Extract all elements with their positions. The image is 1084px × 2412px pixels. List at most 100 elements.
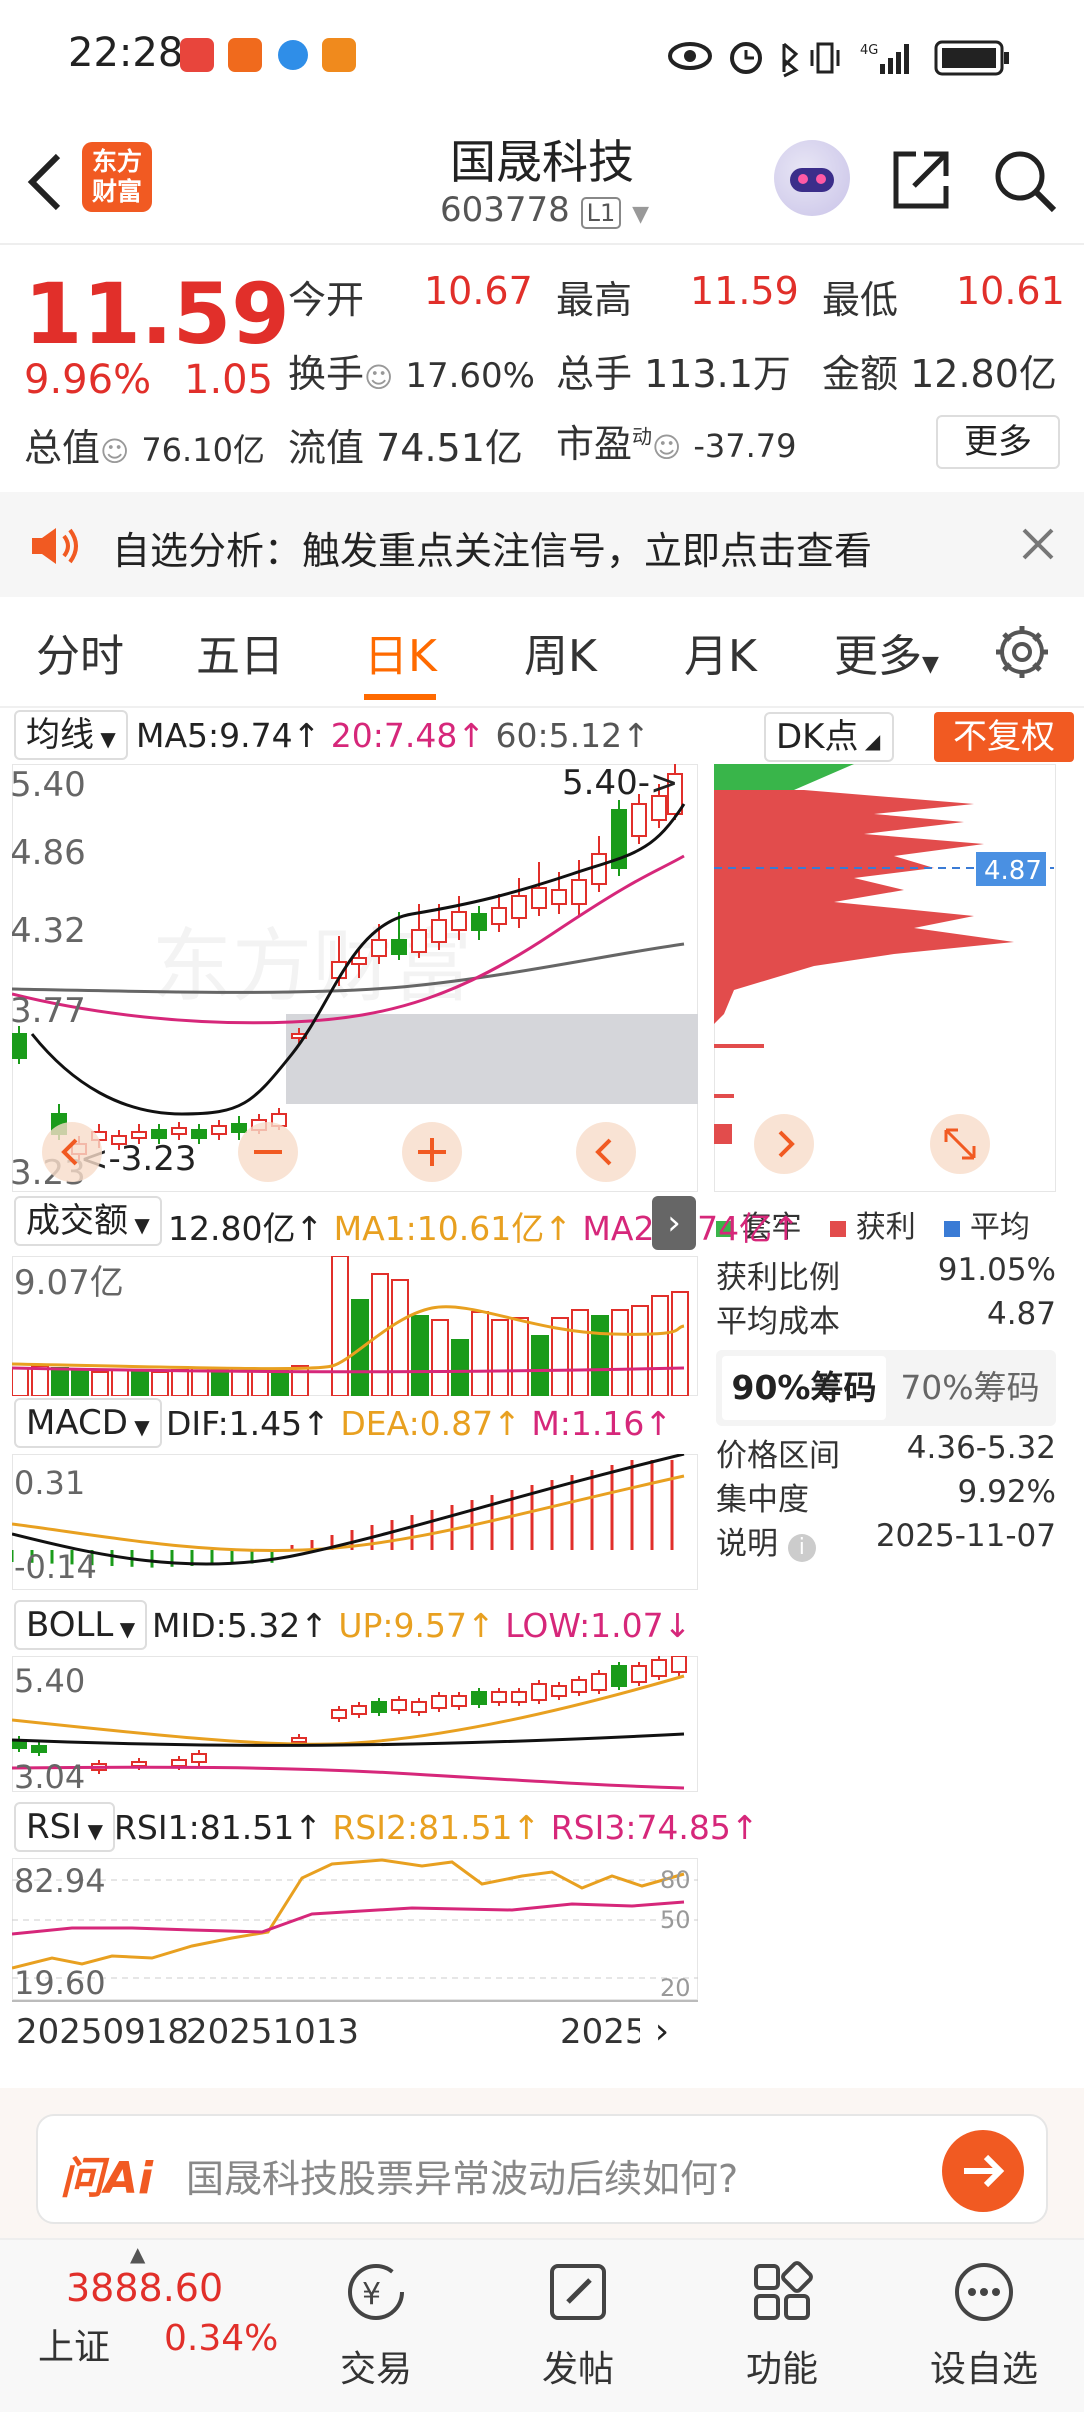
- high-label: 最高: [556, 278, 633, 322]
- post-label[interactable]: 发帖: [508, 2340, 648, 2392]
- more-button[interactable]: 更多: [936, 415, 1060, 469]
- pe-sup: 动: [632, 424, 653, 449]
- tab-monthly-k[interactable]: 月K: [684, 620, 757, 684]
- tab-more[interactable]: 更多▼: [834, 620, 939, 684]
- status-bar: 22:28 4G: [0, 0, 1084, 110]
- candle-body: [351, 1705, 367, 1715]
- boll-selector[interactable]: BOLL ▼: [14, 1600, 148, 1650]
- info-icon[interactable]: ☺: [652, 431, 681, 464]
- post-icon[interactable]: [546, 2260, 610, 2324]
- volume-selector[interactable]: 成交额 ▼: [14, 1196, 162, 1246]
- chip-stats: 获利比例 91.05% 平均成本 4.87: [716, 1252, 1056, 1340]
- turnover-label: 换手: [288, 352, 365, 396]
- settings-icon[interactable]: [992, 622, 1052, 682]
- candle-body: [171, 1127, 187, 1135]
- macd-selector-label: MACD: [26, 1403, 128, 1443]
- candle-body: [551, 889, 567, 905]
- candle-body: [291, 1737, 307, 1743]
- prev-icon: [42, 1122, 102, 1182]
- tab-daily-k[interactable]: 日K: [364, 620, 437, 684]
- candle-body: [411, 1701, 427, 1713]
- system-status-icons: 4G: [668, 40, 1009, 78]
- candle-body: [631, 1665, 647, 1683]
- trade-icon[interactable]: ¥: [344, 2260, 408, 2324]
- note-label: 说明: [716, 1526, 778, 1562]
- index-name[interactable]: 上证: [38, 2318, 110, 2370]
- volume-bar: [251, 1369, 269, 1396]
- indicator-selector[interactable]: 均线 ▼: [14, 710, 128, 760]
- volume-bar: [651, 1295, 669, 1396]
- close-icon[interactable]: [1020, 526, 1056, 562]
- candle-body: [631, 803, 647, 837]
- volume-bar: [411, 1315, 429, 1396]
- boll-chart: 5.40 3.04: [12, 1656, 698, 1792]
- search-icon[interactable]: [992, 148, 1058, 214]
- ai-input-box[interactable]: 问Ai 国晟科技股票异常波动后续如何?: [36, 2114, 1048, 2224]
- candle-body: [431, 919, 447, 943]
- level-badge[interactable]: L1: [580, 197, 622, 229]
- add-watchlist-label[interactable]: 设自选: [914, 2340, 1054, 2392]
- no-adjust-button[interactable]: 不复权: [934, 712, 1074, 762]
- chip-tab-bar: 90%筹码 70%筹码: [716, 1350, 1056, 1426]
- tab-chip-90[interactable]: 90%筹码: [722, 1356, 886, 1420]
- macd-dea: DEA:0.87↑: [340, 1404, 521, 1443]
- function-label[interactable]: 功能: [712, 2340, 852, 2392]
- candle-body: [511, 895, 527, 919]
- x-label-start: 20250918: [16, 2012, 190, 2052]
- dk-point-button[interactable]: DK点 ◢: [764, 712, 894, 762]
- index-value[interactable]: 3888.60: [66, 2266, 223, 2310]
- volume-bar: [451, 1339, 469, 1396]
- ai-logo: 问Ai: [60, 2153, 154, 2204]
- trade-label[interactable]: 交易: [306, 2340, 446, 2392]
- chip-distribution[interactable]: 4.87: [714, 764, 1056, 1192]
- candle-body: [531, 887, 547, 909]
- candle-body: [531, 1683, 547, 1701]
- volume-bar: [611, 1309, 629, 1396]
- macd-selector[interactable]: MACD ▼: [14, 1398, 162, 1448]
- svg-text:¥: ¥: [362, 2277, 381, 2312]
- tab-minute[interactable]: 分时: [36, 620, 124, 684]
- alert-banner[interactable]: 自选分析：触发重点关注信号，立即点击查看: [0, 492, 1084, 597]
- next-icon: [754, 1114, 814, 1174]
- info-icon[interactable]: i: [787, 1534, 816, 1562]
- dropdown-icon[interactable]: ▼: [632, 202, 649, 227]
- volume-bar: [51, 1367, 69, 1396]
- candle-body: [611, 1665, 627, 1687]
- ai-robot-avatar[interactable]: [774, 140, 850, 216]
- macd-dif: DIF:1.45↑: [166, 1404, 330, 1443]
- info-icon[interactable]: ☺: [364, 361, 393, 394]
- more-dots-icon[interactable]: [952, 2260, 1016, 2324]
- clock: 22:28: [68, 30, 184, 76]
- huawei-app-icon: [180, 38, 214, 72]
- candle-body: [371, 1701, 387, 1713]
- candle-body: [651, 1659, 667, 1677]
- float-value: 74.51亿: [376, 426, 523, 470]
- info-icon[interactable]: ☺: [100, 435, 129, 468]
- tab-weekly-k[interactable]: 周K: [524, 620, 597, 684]
- candle-body: [471, 913, 487, 931]
- index-pct[interactable]: 0.34%: [164, 2318, 278, 2359]
- kline-chart[interactable]: 东方财富 5.40 4.86 4.32 3.77 3.23 5.40-> <-3…: [12, 764, 698, 1192]
- volume-bar: [131, 1371, 149, 1396]
- period-tabs: 分时 五日 日K 周K 月K 更多▼: [0, 598, 1084, 708]
- volume-bar: [671, 1291, 689, 1396]
- function-grid-icon[interactable]: [750, 2260, 814, 2324]
- rsi-selector[interactable]: RSI ▼: [14, 1802, 115, 1852]
- volume-value: 113.1万: [644, 352, 791, 396]
- svg-text:19.60: 19.60: [14, 1964, 106, 2000]
- share-icon[interactable]: [888, 148, 952, 212]
- expand-panel-icon[interactable]: ›: [652, 1196, 696, 1250]
- scroll-right-icon[interactable]: ›: [640, 2010, 684, 2054]
- svg-text:-0.14: -0.14: [14, 1548, 97, 1586]
- candle-body: [571, 879, 587, 905]
- ai-send-button[interactable]: [942, 2130, 1024, 2212]
- mktcap-label: 总值: [24, 426, 101, 470]
- tab-five-day[interactable]: 五日: [196, 620, 284, 684]
- candle-body: [391, 1699, 407, 1711]
- candle-body: [551, 1685, 567, 1697]
- avg-cost-value: 4.87: [986, 1296, 1056, 1332]
- low-value: 10.61: [956, 269, 1065, 313]
- volume-bar: [12, 1367, 29, 1396]
- chevron-up-icon[interactable]: ▲: [130, 2242, 145, 2266]
- tab-chip-70[interactable]: 70%筹码: [888, 1356, 1052, 1420]
